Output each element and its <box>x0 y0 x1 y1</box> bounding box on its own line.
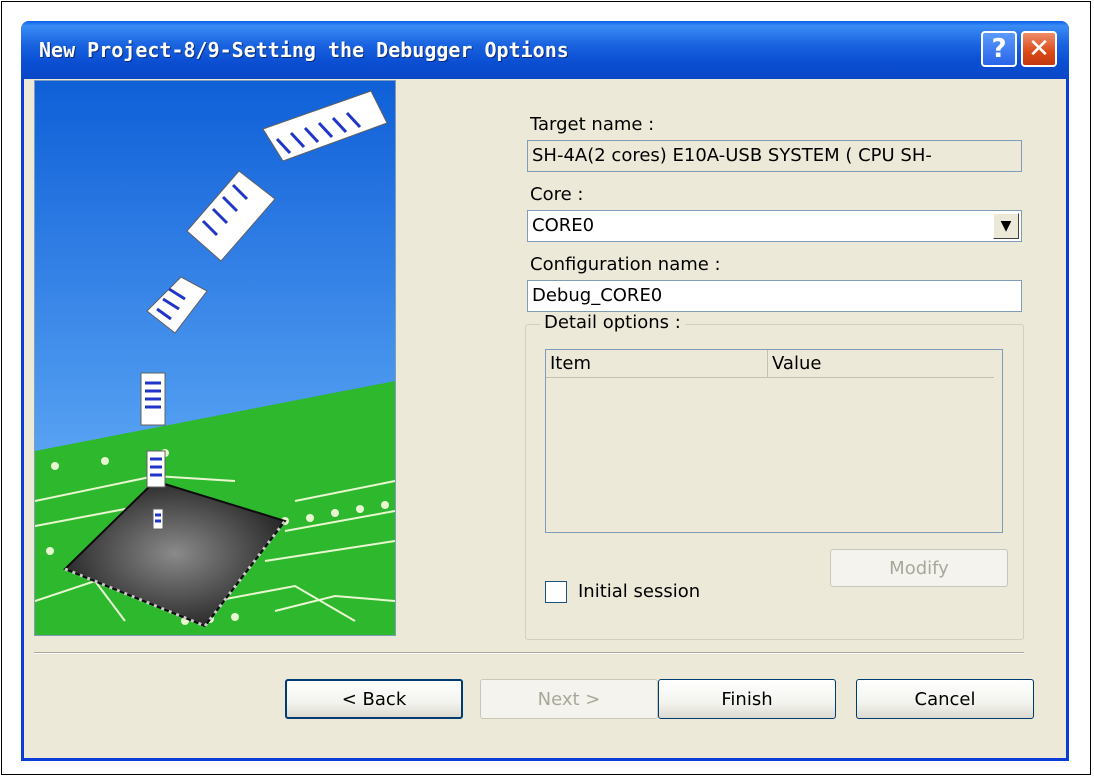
wizard-illustration <box>34 80 396 636</box>
cancel-button[interactable]: Cancel <box>856 679 1034 719</box>
column-header-value[interactable]: Value <box>768 350 994 378</box>
finish-button[interactable]: Finish <box>658 679 836 719</box>
window-title: New Project-8/9-Setting the Debugger Opt… <box>39 38 569 62</box>
initial-session-label: Initial session <box>578 581 701 602</box>
next-button-label: Next > <box>537 688 601 710</box>
help-button[interactable]: ? <box>981 31 1017 67</box>
close-button[interactable]: ✕ <box>1021 31 1057 67</box>
modify-button-label: Modify <box>889 557 949 579</box>
next-button[interactable]: Next > <box>480 679 658 719</box>
close-icon: ✕ <box>1028 34 1050 64</box>
modify-button[interactable]: Modify <box>830 549 1008 587</box>
column-header-item[interactable]: Item <box>546 350 768 378</box>
detail-options-list[interactable]: Item Value <box>545 349 1003 533</box>
back-button[interactable]: < Back <box>285 679 463 719</box>
detail-options-legend: Detail options : <box>540 312 685 333</box>
chevron-down-icon[interactable]: ▼ <box>993 213 1019 239</box>
finish-button-label: Finish <box>721 688 773 710</box>
initial-session-checkbox[interactable] <box>545 581 567 603</box>
configuration-name-input[interactable]: Debug_CORE0 <box>527 280 1022 312</box>
target-name-field: SH-4A(2 cores) E10A-USB SYSTEM ( CPU SH- <box>527 140 1022 172</box>
help-icon: ? <box>991 34 1007 64</box>
target-name-label: Target name : <box>530 114 655 135</box>
cancel-button-label: Cancel <box>914 688 976 710</box>
core-select[interactable]: CORE0 ▼ <box>527 210 1022 242</box>
title-bar[interactable]: New Project-8/9-Setting the Debugger Opt… <box>21 21 1069 79</box>
core-label: Core : <box>530 184 584 205</box>
core-select-value: CORE0 <box>532 215 595 236</box>
back-button-label: < Back <box>341 688 407 710</box>
button-separator <box>34 652 1024 654</box>
configuration-name-label: Configuration name : <box>530 254 721 275</box>
